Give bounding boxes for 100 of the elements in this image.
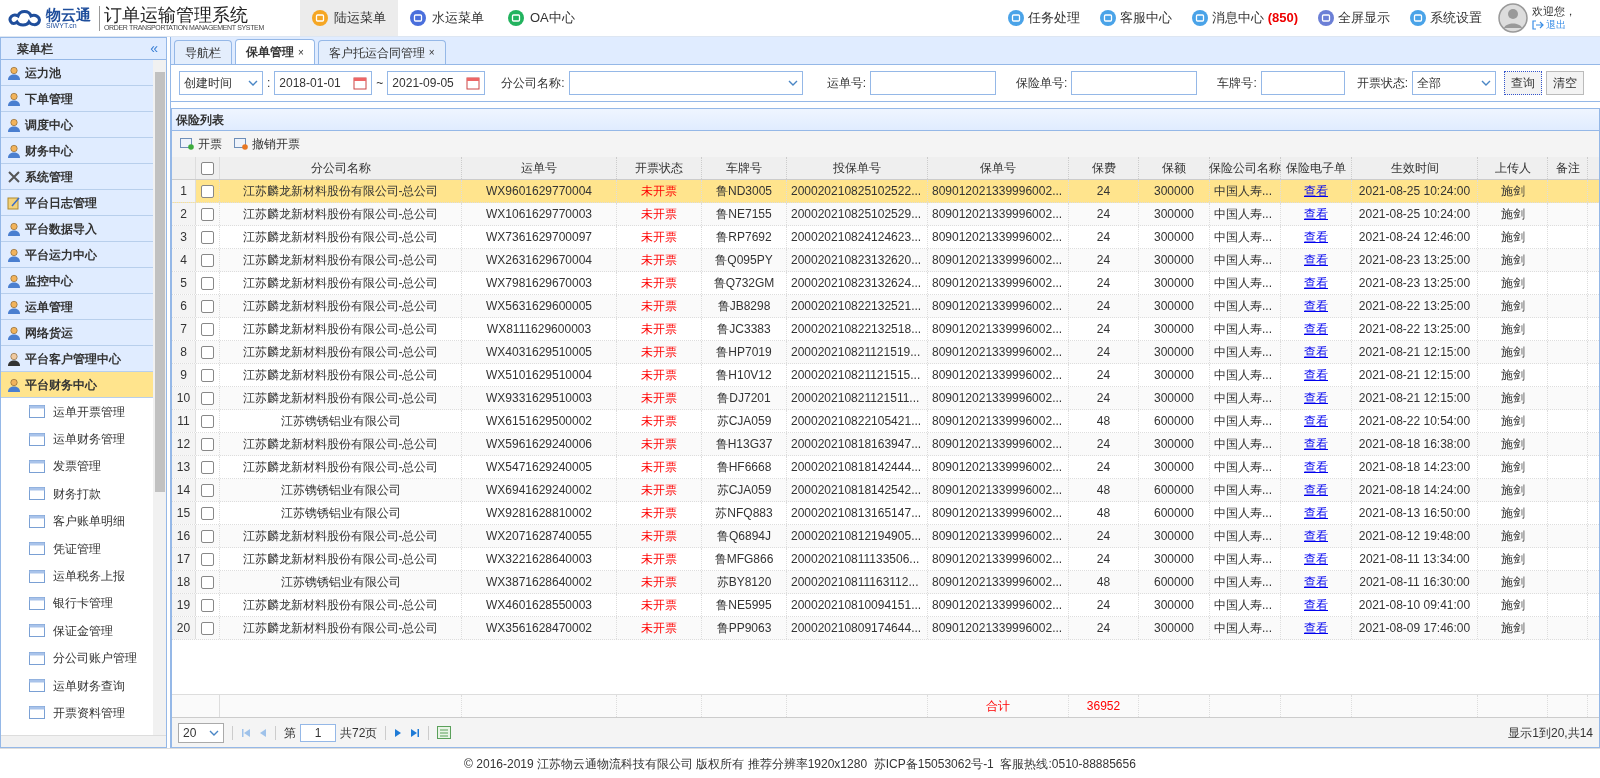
- sidebar-group[interactable]: 网络货运: [1, 320, 153, 346]
- row-checkbox[interactable]: [201, 575, 214, 589]
- table-row[interactable]: 18 江苏镌锈铝业有限公司 WX3871628640002 未开票 苏BY8120 200020210811163112... 809012021339996002... 48 600000 中国人寿... 查看 2021-08-11 16:30:00 施剑: [172, 571, 1599, 594]
- view-link[interactable]: 查看: [1304, 435, 1328, 453]
- view-link[interactable]: 查看: [1304, 504, 1328, 522]
- page-tab[interactable]: 保单管理 ×: [235, 39, 315, 64]
- table-row[interactable]: 5 江苏麟龙新材料股份有限公司-总公司 WX7981629670003 未开票 鲁Q732GM 200020210823132624... 809012021339996002... 24 300000 中国人寿... 查看 2021-08-23 13:25:00 施剑: [172, 272, 1599, 295]
- row-checkbox[interactable]: [201, 184, 214, 198]
- sidebar-group[interactable]: 平台日志管理: [1, 190, 153, 216]
- collapse-button[interactable]: «: [150, 38, 158, 59]
- page-tab[interactable]: 导航栏: [174, 40, 232, 64]
- sidebar-item[interactable]: 开票资料管理: [1, 699, 153, 727]
- sidebar-item[interactable]: 银行卡管理: [1, 589, 153, 618]
- sidebar-group[interactable]: 平台运力中心: [1, 242, 153, 268]
- row-checkbox[interactable]: [201, 598, 214, 612]
- sidebar-group[interactable]: 平台客户管理中心: [1, 346, 153, 372]
- table-row[interactable]: 7 江苏麟龙新材料股份有限公司-总公司 WX8111629600003 未开票 鲁JC3383 200020210822132518... 809012021339996002... 24 300000 中国人寿... 查看 2021-08-22 13:25:00 施剑: [172, 318, 1599, 341]
- header-action-link[interactable]: 客服中心: [1099, 8, 1172, 28]
- sidebar-item[interactable]: 运单财务查询: [1, 671, 153, 700]
- table-row[interactable]: 2 江苏麟龙新材料股份有限公司-总公司 WX1061629770003 未开票 鲁NE7155 200020210825102529... 809012021339996002... 24 300000 中国人寿... 查看 2021-08-25 10:24:00 施剑: [172, 203, 1599, 226]
- clear-button[interactable]: 清空: [1546, 71, 1585, 95]
- row-checkbox[interactable]: [201, 299, 214, 313]
- view-link[interactable]: 查看: [1304, 527, 1328, 545]
- top-menu-tab[interactable]: 陆运菜单: [300, 0, 398, 36]
- status-select[interactable]: 全部: [1412, 71, 1497, 95]
- sidebar-item[interactable]: 运单财务管理: [1, 425, 153, 453]
- date-type-select[interactable]: 创建时间: [179, 71, 263, 95]
- view-link[interactable]: 查看: [1304, 573, 1328, 591]
- row-checkbox[interactable]: [201, 414, 214, 428]
- scrollbar[interactable]: [153, 60, 166, 735]
- view-link[interactable]: 查看: [1304, 366, 1328, 384]
- row-checkbox[interactable]: [201, 276, 214, 290]
- spreadsheet-export-icon[interactable]: [437, 726, 452, 739]
- table-row[interactable]: 20 江苏麟龙新材料股份有限公司-总公司 WX3561628470002 未开票 鲁PP9063 200020210809174644... 809012021339996002... 24 300000 中国人寿... 查看 2021-08-09 17:46:00 施剑: [172, 617, 1599, 640]
- sidebar-item[interactable]: 发票管理: [1, 452, 153, 481]
- view-link[interactable]: 查看: [1304, 274, 1328, 292]
- table-row[interactable]: 11 江苏镌锈铝业有限公司 WX6151629500002 未开票 苏CJA059 200020210822105421... 809012021339996002... 48 600000 中国人寿... 查看 2021-08-22 10:54:00 施剑: [172, 410, 1599, 433]
- table-row[interactable]: 14 江苏镌锈铝业有限公司 WX6941629240002 未开票 苏CJA059 200020210818142542... 809012021339996002... 48 600000 中国人寿... 查看 2021-08-18 14:24:00 施剑: [172, 479, 1599, 502]
- page-size-select[interactable]: 20: [178, 722, 224, 743]
- sidebar-group[interactable]: 运力池: [1, 60, 153, 86]
- table-row[interactable]: 3 江苏麟龙新材料股份有限公司-总公司 WX7361629700097 未开票 鲁RP7692 200020210824124623... 809012021339996002... 24 300000 中国人寿... 查看 2021-08-24 12:46:00 施剑: [172, 226, 1599, 249]
- table-row[interactable]: 19 江苏麟龙新材料股份有限公司-总公司 WX4601628550003 未开票 鲁NE5995 200020210810094151... 809012021339996002... 24 300000 中国人寿... 查看 2021-08-10 09:41:00 施剑: [172, 594, 1599, 617]
- row-checkbox[interactable]: [201, 391, 214, 405]
- table-row[interactable]: 10 江苏麟龙新材料股份有限公司-总公司 WX9331629510003 未开票 鲁DJ7201 200020210821121511... 809012021339996002... 24 300000 中国人寿... 查看 2021-08-21 12:15:00 施剑: [172, 387, 1599, 410]
- sidebar-item[interactable]: 保证金管理: [1, 617, 153, 645]
- view-link[interactable]: 查看: [1304, 596, 1328, 614]
- view-link[interactable]: 查看: [1304, 458, 1328, 476]
- view-link[interactable]: 查看: [1304, 205, 1328, 223]
- table-row[interactable]: 1 江苏麟龙新材料股份有限公司-总公司 WX9601629770004 未开票 鲁ND3005 200020210825102522... 809012021339996002... 24 300000 中国人寿... 查看 2021-08-25 10:24:00 施剑: [172, 180, 1599, 203]
- table-row[interactable]: 4 江苏麟龙新材料股份有限公司-总公司 WX2631629670004 未开票 鲁Q095PY 200020210823132620... 809012021339996002... 24 300000 中国人寿... 查看 2021-08-23 13:25:00 施剑: [172, 249, 1599, 272]
- sidebar-group[interactable]: 平台财务中心: [1, 372, 153, 398]
- view-link[interactable]: 查看: [1304, 412, 1328, 430]
- toolbar-button[interactable]: 撤销开票: [234, 135, 300, 153]
- row-checkbox[interactable]: [201, 253, 214, 267]
- row-checkbox[interactable]: [201, 552, 214, 566]
- sidebar-group[interactable]: 财务中心: [1, 138, 153, 164]
- view-link[interactable]: 查看: [1304, 228, 1328, 246]
- header-action-link[interactable]: 任务处理: [1007, 8, 1080, 28]
- sidebar-group[interactable]: 平台数据导入: [1, 216, 153, 242]
- row-checkbox[interactable]: [201, 529, 214, 543]
- sidebar-group[interactable]: 系统管理: [1, 164, 153, 190]
- row-checkbox[interactable]: [201, 345, 214, 359]
- page-tab[interactable]: 客户托运合同管理 ×: [317, 40, 446, 64]
- table-row[interactable]: 17 江苏麟龙新材料股份有限公司-总公司 WX3221628640003 未开票 鲁MFG866 200020210811133506... 809012021339996002... 24 300000 中国人寿... 查看 2021-08-11 13:34:00 施剑: [172, 548, 1599, 571]
- sidebar-item[interactable]: 运单税务上报: [1, 562, 153, 590]
- sidebar-item[interactable]: 运单开票管理: [1, 398, 153, 426]
- view-link[interactable]: 查看: [1304, 297, 1328, 315]
- row-checkbox[interactable]: [201, 322, 214, 336]
- calendar-icon[interactable]: [466, 76, 481, 90]
- header-action-link[interactable]: 全屏显示: [1318, 8, 1390, 28]
- view-link[interactable]: 查看: [1304, 182, 1328, 200]
- row-checkbox[interactable]: [201, 230, 214, 244]
- sidebar-group[interactable]: 运单管理: [1, 294, 153, 320]
- sidebar-item[interactable]: 分公司账户管理: [1, 644, 153, 672]
- table-row[interactable]: 8 江苏麟龙新材料股份有限公司-总公司 WX4031629510005 未开票 鲁HP7019 200020210821121519... 809012021339996002... 24 300000 中国人寿... 查看 2021-08-21 12:15:00 施剑: [172, 341, 1599, 364]
- sidebar-item[interactable]: 凭证管理: [1, 534, 153, 563]
- calendar-icon[interactable]: [353, 76, 368, 90]
- row-checkbox[interactable]: [201, 460, 214, 474]
- sidebar-group[interactable]: 下单管理: [1, 86, 153, 112]
- search-button[interactable]: 查询: [1504, 71, 1543, 95]
- top-menu-tab[interactable]: 水运菜单: [398, 0, 496, 36]
- header-action-link[interactable]: 消息中心 (850): [1191, 8, 1298, 28]
- last-page-icon[interactable]: [410, 727, 421, 738]
- row-checkbox[interactable]: [201, 207, 214, 221]
- policy-field[interactable]: [1071, 71, 1198, 95]
- row-checkbox[interactable]: [201, 483, 214, 497]
- toolbar-button[interactable]: 开票: [180, 135, 222, 153]
- row-checkbox[interactable]: [201, 437, 214, 451]
- top-menu-tab[interactable]: OA中心: [496, 0, 587, 36]
- table-row[interactable]: 12 江苏麟龙新材料股份有限公司-总公司 WX5961629240006 未开票 鲁H13G37 200020210818163947... 809012021339996002... 24 300000 中国人寿... 查看 2021-08-18 16:38:00 施剑: [172, 433, 1599, 456]
- select-all-checkbox[interactable]: [201, 161, 214, 175]
- table-row[interactable]: 13 江苏麟龙新材料股份有限公司-总公司 WX5471629240005 未开票 鲁HF6668 200020210818142444... 809012021339996002... 24 300000 中国人寿... 查看 2021-08-18 14:23:00 施剑: [172, 456, 1599, 479]
- table-row[interactable]: 16 江苏麟龙新材料股份有限公司-总公司 WX2071628740055 未开票 鲁Q6894J 200020210812194905... 809012021339996002... 24 300000 中国人寿... 查看 2021-08-12 19:48:00 施剑: [172, 525, 1599, 548]
- view-link[interactable]: 查看: [1304, 550, 1328, 568]
- row-checkbox[interactable]: [201, 621, 214, 635]
- date-from-field[interactable]: 2018-01-01: [274, 71, 373, 95]
- row-checkbox[interactable]: [201, 506, 214, 520]
- sidebar-group[interactable]: 调度中心: [1, 112, 153, 138]
- view-link[interactable]: 查看: [1304, 343, 1328, 361]
- view-link[interactable]: 查看: [1304, 481, 1328, 499]
